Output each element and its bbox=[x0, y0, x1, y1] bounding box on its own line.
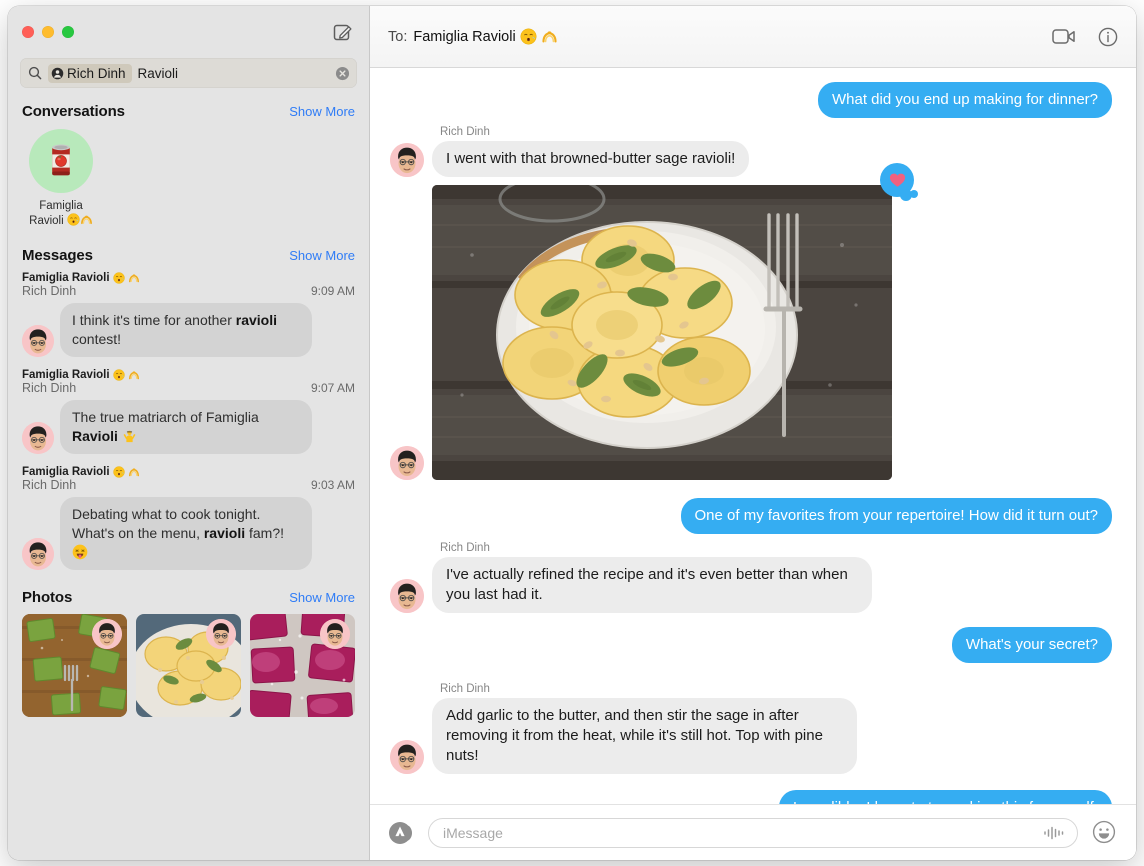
window-titlebar bbox=[8, 6, 369, 58]
message-group-incoming: Rich Dinh I went with that browned-butte… bbox=[390, 122, 1116, 177]
search-token-label: Rich Dinh bbox=[67, 65, 126, 81]
conversations-title: Conversations bbox=[22, 103, 125, 120]
message-sender-name: Rich Dinh bbox=[440, 542, 490, 554]
message-row-outgoing: What's your secret? bbox=[390, 627, 1117, 663]
message-bubble-outgoing[interactable]: What did you end up making for dinner? bbox=[818, 82, 1116, 118]
search-token-contact[interactable]: Rich Dinh bbox=[48, 63, 132, 83]
message-result-time: 9:07 AM bbox=[310, 381, 355, 395]
close-button[interactable] bbox=[22, 26, 34, 38]
message-composer: iMessage bbox=[370, 804, 1136, 860]
message-result-chat-name: Famiglia Ravioli bbox=[22, 272, 355, 284]
avatar[interactable] bbox=[390, 740, 424, 774]
photos-section-header: Photos Show More bbox=[8, 584, 369, 612]
audio-waveform-icon[interactable] bbox=[1043, 825, 1065, 841]
message-result-sender: Rich Dinh bbox=[22, 478, 77, 492]
conversation-avatar bbox=[29, 129, 93, 193]
message-result-chat-name: Famiglia Ravioli bbox=[22, 466, 355, 478]
message-result-item[interactable]: Famiglia Ravioli Rich Dinh 9:09 AM I thi… bbox=[8, 270, 369, 367]
photos-show-more[interactable]: Show More bbox=[289, 590, 355, 605]
video-camera-icon[interactable] bbox=[1052, 28, 1076, 45]
avatar bbox=[22, 538, 54, 570]
photo-sender-avatar bbox=[92, 619, 122, 649]
tapback-heart-reaction[interactable] bbox=[880, 163, 918, 201]
message-result-snippet: I think it's time for another ravioli co… bbox=[55, 303, 312, 357]
message-row-outgoing: What did you end up making for dinner? bbox=[390, 82, 1116, 118]
imessage-placeholder: iMessage bbox=[443, 824, 503, 841]
message-result-snippet: Debating what to cook tonight. What's on… bbox=[55, 497, 312, 570]
header-actions bbox=[1052, 27, 1118, 47]
traffic-lights bbox=[22, 26, 74, 38]
photo-thumbnail[interactable] bbox=[22, 614, 127, 717]
message-result-snippet: The true matriarch of Famiglia Ravioli bbox=[55, 400, 312, 454]
message-result-time: 9:03 AM bbox=[310, 478, 355, 492]
minimize-button[interactable] bbox=[42, 26, 54, 38]
conversations-section-header: Conversations Show More bbox=[8, 98, 369, 126]
message-bubble-incoming[interactable]: Add garlic to the butter, and then stir … bbox=[428, 698, 857, 774]
zoom-button[interactable] bbox=[62, 26, 74, 38]
message-results: Famiglia Ravioli Rich Dinh 9:09 AM I thi… bbox=[8, 270, 369, 584]
conversations-results: Famiglia Ravioli bbox=[8, 126, 369, 242]
messages-show-more[interactable]: Show More bbox=[289, 248, 355, 263]
conversation-label: Famiglia Ravioli bbox=[22, 199, 100, 228]
message-attachment-image[interactable] bbox=[432, 163, 918, 480]
message-sender-name: Rich Dinh bbox=[440, 683, 490, 695]
messages-title: Messages bbox=[22, 247, 93, 264]
clear-search-icon[interactable] bbox=[335, 66, 350, 81]
avatar[interactable] bbox=[390, 143, 424, 177]
message-row-image bbox=[390, 163, 1116, 480]
message-bubble-incoming[interactable]: I've actually refined the recipe and it'… bbox=[428, 557, 872, 613]
search-icon bbox=[28, 66, 42, 80]
message-row-outgoing: One of my favorites from your repertoire… bbox=[390, 498, 1116, 534]
avatar[interactable] bbox=[390, 579, 424, 613]
to-label: To: bbox=[388, 28, 408, 45]
message-bubble-outgoing[interactable]: Incredible. I have to try making this fo… bbox=[778, 790, 1112, 804]
conversation-result-item[interactable]: Famiglia Ravioli bbox=[22, 129, 100, 228]
search-query-text: Ravioli bbox=[137, 65, 179, 81]
person-circle-icon bbox=[51, 67, 64, 80]
search-input[interactable]: Rich Dinh Ravioli bbox=[20, 58, 357, 88]
message-result-item[interactable]: Famiglia Ravioli Rich Dinh 9:03 AM Debat… bbox=[8, 464, 369, 580]
message-bubble-incoming[interactable]: I went with that browned-butter sage rav… bbox=[427, 141, 750, 177]
message-group-incoming: Rich Dinh Add garlic to the butter, and … bbox=[390, 679, 1116, 774]
conversation-pane: To: Famiglia Ravioli What did you end up… bbox=[370, 6, 1136, 860]
message-result-item[interactable]: Famiglia Ravioli Rich Dinh 9:07 AM The t… bbox=[8, 367, 369, 464]
messages-window: Rich Dinh Ravioli Conversations Show Mor… bbox=[8, 6, 1136, 860]
message-result-chat-name: Famiglia Ravioli bbox=[22, 369, 355, 381]
info-circle-icon[interactable] bbox=[1098, 27, 1118, 47]
message-row-outgoing: Incredible. I have to try making this fo… bbox=[390, 790, 1116, 804]
avatar bbox=[22, 422, 54, 454]
message-bubble-outgoing[interactable]: One of my favorites from your repertoire… bbox=[680, 498, 1116, 534]
photos-title: Photos bbox=[22, 589, 73, 606]
photo-results bbox=[8, 612, 369, 717]
recipient-name[interactable]: Famiglia Ravioli bbox=[413, 28, 557, 45]
message-sender-name: Rich Dinh bbox=[440, 126, 490, 138]
app-store-icon[interactable] bbox=[388, 820, 414, 846]
photo-thumbnail[interactable] bbox=[136, 614, 241, 717]
avatar bbox=[22, 325, 54, 357]
sidebar: Rich Dinh Ravioli Conversations Show Mor… bbox=[8, 6, 370, 860]
imessage-input[interactable]: iMessage bbox=[428, 817, 1078, 848]
conversations-show-more[interactable]: Show More bbox=[289, 104, 355, 119]
message-group-incoming: Rich Dinh I've actually refined the reci… bbox=[390, 538, 1116, 613]
search-area: Rich Dinh Ravioli bbox=[8, 58, 369, 98]
photo-sender-avatar bbox=[320, 619, 350, 649]
photo-sender-avatar bbox=[206, 619, 236, 649]
conversation-header: To: Famiglia Ravioli bbox=[370, 6, 1136, 68]
message-thread[interactable]: What did you end up making for dinner? R… bbox=[370, 68, 1136, 804]
photo-thumbnail[interactable] bbox=[250, 614, 355, 717]
smiley-face-icon[interactable] bbox=[1092, 820, 1118, 846]
message-bubble-outgoing[interactable]: What's your secret? bbox=[951, 627, 1117, 663]
avatar[interactable] bbox=[390, 446, 424, 480]
message-result-time: 9:09 AM bbox=[310, 284, 355, 298]
message-result-sender: Rich Dinh bbox=[22, 284, 77, 298]
compose-pencil-icon[interactable] bbox=[329, 19, 355, 45]
messages-section-header: Messages Show More bbox=[8, 242, 369, 270]
message-result-sender: Rich Dinh bbox=[22, 381, 77, 395]
